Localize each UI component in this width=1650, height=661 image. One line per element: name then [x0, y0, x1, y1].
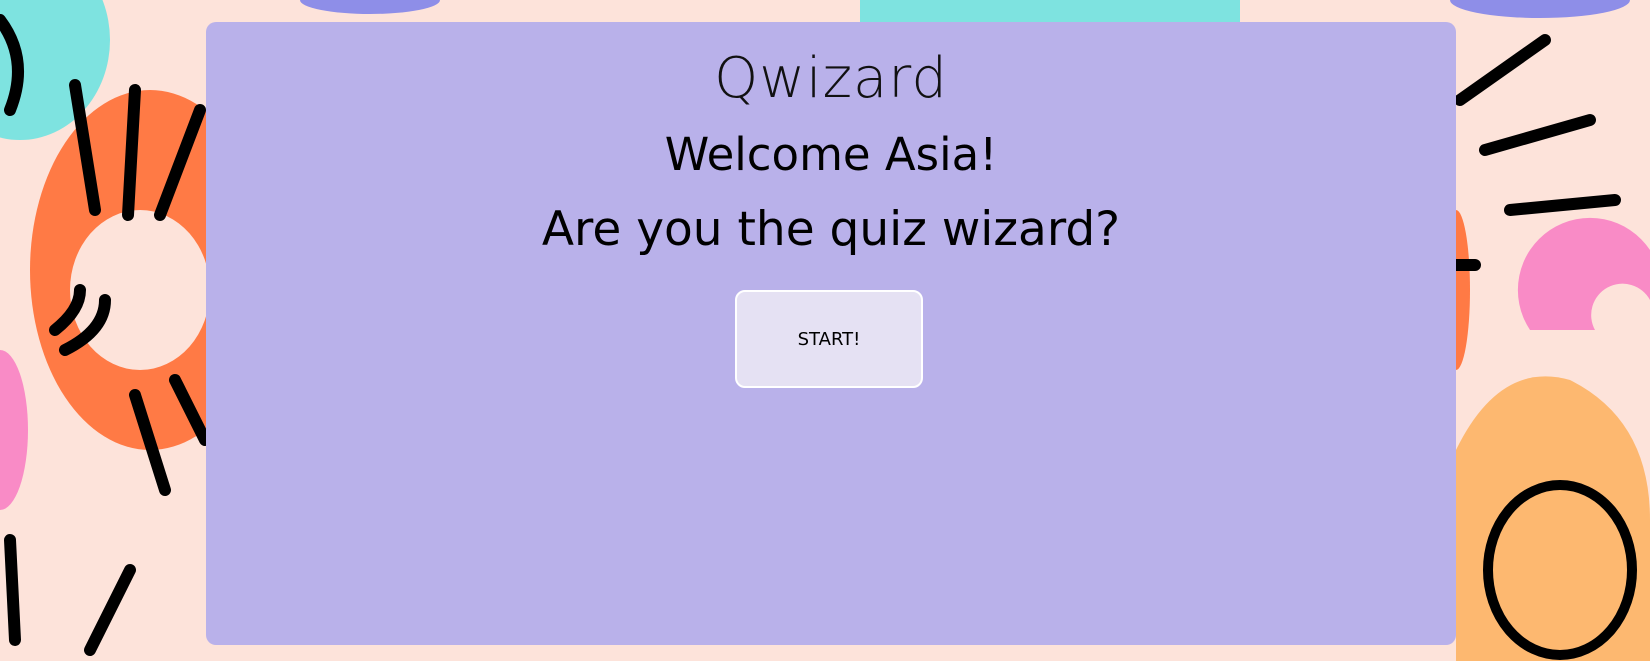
purple-blob-top: [300, 0, 440, 14]
welcome-panel: Qwizard Welcome Asia! Are you the quiz w…: [206, 22, 1456, 645]
start-button[interactable]: START!: [735, 290, 923, 388]
quiz-question-heading: Are you the quiz wizard?: [541, 202, 1121, 257]
teal-block-top: [860, 0, 1240, 22]
peach-hole: [70, 210, 210, 370]
app-title: Qwizard: [714, 46, 948, 111]
pink-arch: [1517, 217, 1650, 330]
purple-blob-right: [1450, 0, 1630, 18]
pink-blob: [0, 350, 28, 510]
welcome-message: Welcome Asia!: [664, 128, 998, 181]
